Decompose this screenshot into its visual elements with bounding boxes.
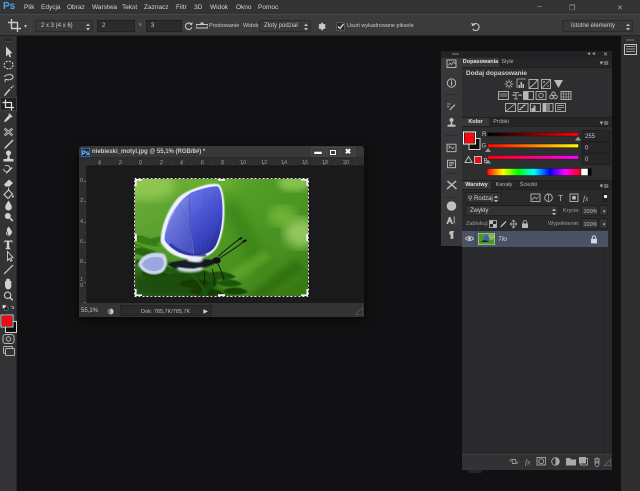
svg-text:255: 255	[585, 134, 596, 140]
svg-text:0: 0	[80, 283, 83, 289]
svg-text:0: 0	[80, 178, 83, 184]
svg-text:Ps: Ps	[82, 151, 90, 157]
svg-text:A: A	[447, 217, 453, 226]
svg-text:18: 18	[322, 160, 328, 166]
svg-text:14: 14	[281, 160, 287, 166]
svg-text:8: 8	[80, 259, 83, 265]
svg-text:16: 16	[302, 160, 308, 166]
svg-text:12: 12	[261, 160, 267, 166]
svg-text:fx: fx	[525, 458, 531, 467]
svg-text:2: 2	[80, 198, 83, 204]
svg-text:T: T	[558, 193, 563, 203]
svg-text:6: 6	[80, 239, 83, 245]
svg-text:G: G	[482, 144, 487, 150]
svg-text:10: 10	[240, 160, 246, 166]
svg-text:4: 4	[80, 219, 83, 225]
svg-text:R: R	[482, 132, 487, 138]
svg-text:¶: ¶	[449, 231, 453, 240]
svg-text:fx: fx	[583, 194, 589, 203]
svg-text:kw: kw	[448, 204, 456, 210]
svg-text:20: 20	[343, 160, 349, 166]
